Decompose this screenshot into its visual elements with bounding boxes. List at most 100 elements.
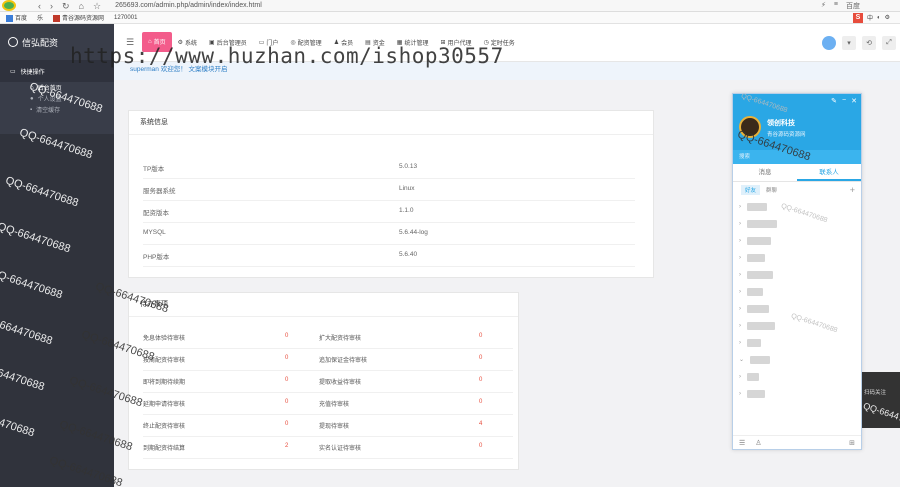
todo-link[interactable]: 扩大配资待审核 xyxy=(319,333,361,342)
site-icon xyxy=(53,14,61,22)
chevron-right-icon: › xyxy=(739,220,741,227)
address-bar[interactable]: 265693.com/admin.php/admin/index/index.h… xyxy=(115,2,262,9)
tab-funds[interactable]: ▤ 资金 xyxy=(359,24,391,62)
search-engine-label[interactable]: 百度 xyxy=(846,1,860,11)
ime-moon-icon[interactable]: ◐ xyxy=(877,15,881,21)
tab-portal[interactable]: ▭ 门户 xyxy=(253,24,285,62)
todo-link[interactable]: 实名认证待审核 xyxy=(319,443,361,452)
subtab-groups[interactable]: 群聊 xyxy=(766,186,777,194)
todo-link[interactable]: 免息体验待审核 xyxy=(143,333,185,342)
todo-count: 0 xyxy=(479,355,483,361)
todo-link[interactable]: 即将到期待续期 xyxy=(143,377,185,386)
tab-messages[interactable]: 消息 xyxy=(733,164,797,181)
bookmark-item[interactable]: 青谷源码资源网 xyxy=(53,13,104,22)
tab-agents[interactable]: ⊞ 用户代理 xyxy=(434,24,477,62)
list-item[interactable]: › xyxy=(733,317,861,334)
menu-toggle-icon[interactable]: ☰ xyxy=(126,37,136,48)
list-item[interactable]: ⌄ xyxy=(733,351,861,368)
menu-icon[interactable]: ≡ xyxy=(834,1,838,11)
bolt-icon[interactable]: ⚡ xyxy=(821,1,826,11)
dropdown-icon[interactable]: ▾ xyxy=(842,35,856,50)
home-icon: ⌂ xyxy=(148,38,152,45)
subtab-friends[interactable]: 好友 xyxy=(741,185,761,195)
list-item[interactable]: › xyxy=(733,198,861,215)
ime-lang-icon[interactable]: 中 xyxy=(867,13,873,22)
top-navbar: ☰ ⌂ 首页 ⚙ 系统 ▣ 后台管理员 ▭ 门户 ◎ 配资管理 ♟ 会员 ▤ 资金 ▦ 统计管理… xyxy=(114,24,900,62)
qq-footer: ☰ ♙ ⊞ xyxy=(733,435,861,449)
todo-link[interactable]: 按周配资待审核 xyxy=(143,355,185,364)
todo-row: 即将到期待续期 0 提取收益待审核 0 xyxy=(143,371,513,393)
qq-search-input[interactable]: 搜索 xyxy=(733,150,861,164)
qq-panel: ✎ − ✕ 领创科技 青谷源码资源网 搜索 消息 联系人 好友 群聊 + › ›… xyxy=(732,93,862,450)
tab-home[interactable]: ⌂ 首页 xyxy=(142,31,172,52)
list-item[interactable]: › xyxy=(733,368,861,385)
tab-stats[interactable]: ▦ 统计管理 xyxy=(391,24,435,62)
qq-minimize-icon[interactable]: − xyxy=(842,97,846,105)
todo-row: 延期申请待审核 0 充值待审核 0 xyxy=(143,393,513,415)
todo-link[interactable]: 追加保证金待审核 xyxy=(319,355,367,364)
tab-funding[interactable]: ◎ 配资管理 xyxy=(284,24,327,62)
qq-close-icon[interactable]: ✕ xyxy=(851,97,857,105)
contact-list: › › › › › › › › › ⌄ › › xyxy=(733,198,861,402)
bookmark-item[interactable]: 乐 xyxy=(37,13,43,22)
sogou-icon[interactable]: S xyxy=(852,12,863,23)
qq-add-friend-icon[interactable]: ♙ xyxy=(755,439,761,447)
list-item[interactable]: › xyxy=(733,300,861,317)
sidebar-item-home[interactable]: ⌂ 后台首页 xyxy=(0,82,114,93)
qq-header: ✎ − ✕ 领创科技 青谷源码资源网 搜索 xyxy=(733,94,861,164)
sidebar-group-quick[interactable]: ▭ 快捷操作 xyxy=(0,60,114,82)
todo-link[interactable]: 到期配资待结算 xyxy=(143,443,185,452)
qq-menu-icon[interactable]: ☰ xyxy=(739,439,745,447)
reload-icon[interactable]: ↻ xyxy=(62,0,70,12)
tab-members[interactable]: ♟ 会员 xyxy=(328,24,359,62)
qq-skin-icon[interactable]: ✎ xyxy=(831,97,837,105)
home-icon: ⌂ xyxy=(30,84,34,91)
list-item[interactable]: › xyxy=(733,215,861,232)
bookmark-item[interactable]: 1270001 xyxy=(114,15,137,21)
tab-system[interactable]: ⚙ 系统 xyxy=(172,24,203,62)
avatar[interactable] xyxy=(739,116,761,138)
list-item[interactable]: › xyxy=(733,266,861,283)
forward-icon[interactable]: › xyxy=(50,0,53,12)
add-icon[interactable]: + xyxy=(850,185,855,195)
todo-count: 0 xyxy=(285,355,289,361)
list-item[interactable]: › xyxy=(733,283,861,300)
todo-link[interactable]: 延期申请待审核 xyxy=(143,399,185,408)
list-item[interactable]: › xyxy=(733,334,861,351)
list-item[interactable]: › xyxy=(733,249,861,266)
redacted-name xyxy=(747,338,761,347)
todo-link[interactable]: 充值待审核 xyxy=(319,399,349,408)
ime-settings-icon[interactable]: ⚙ xyxy=(885,14,890,21)
home-icon[interactable]: ⌂ xyxy=(79,0,84,12)
refresh-icon[interactable]: ⟲ xyxy=(862,35,876,50)
side-float-tip[interactable]: 扫码关注 xyxy=(862,372,900,428)
back-icon[interactable]: ‹ xyxy=(38,0,41,12)
todo-link[interactable]: 提取收益待审核 xyxy=(319,377,361,386)
fullscreen-icon[interactable]: ⤢ xyxy=(882,35,896,50)
sidebar-item-profile[interactable]: ● 个人设置 xyxy=(0,93,114,104)
todo-link[interactable]: 终止配资待审核 xyxy=(143,421,185,430)
card-title: 待办事项 xyxy=(129,293,518,317)
bookmark-item[interactable]: 百度 xyxy=(6,13,27,22)
redacted-name xyxy=(747,253,765,262)
star-icon[interactable]: ☆ xyxy=(93,0,101,12)
qq-apps-icon[interactable]: ⊞ xyxy=(849,439,855,447)
gear-icon: ⚙ xyxy=(177,40,184,46)
list-item[interactable]: › xyxy=(733,385,861,402)
browser-nav: ‹ › ↻ ⌂ ☆ xyxy=(38,0,101,12)
chevron-right-icon: › xyxy=(739,271,741,278)
tab-admins[interactable]: ▣ 后台管理员 xyxy=(203,24,253,62)
brand[interactable]: 信弘配资 xyxy=(0,24,114,60)
info-row: PHP版本 5.6.40 xyxy=(143,245,635,267)
avatar[interactable] xyxy=(822,35,836,50)
tab-contacts[interactable]: 联系人 xyxy=(797,164,861,181)
todo-link[interactable]: 提现待审核 xyxy=(319,421,349,430)
list-item[interactable]: › xyxy=(733,232,861,249)
tab-cron[interactable]: ◷ 定时任务 xyxy=(478,24,521,62)
top-right-tools: ▾ ⟲ ⤢ xyxy=(822,35,896,50)
qq-signature[interactable]: 青谷源码资源网 xyxy=(767,130,806,138)
card-title: 系统信息 xyxy=(129,111,653,135)
chevron-right-icon: › xyxy=(739,254,741,261)
sidebar-item-clear-cache[interactable]: ▪ 清空缓存 xyxy=(0,104,114,115)
top-nav-tabs: ⌂ 首页 ⚙ 系统 ▣ 后台管理员 ▭ 门户 ◎ 配资管理 ♟ 会员 ▤ 资金 ▦ 统计管理 ⊞… xyxy=(142,24,521,62)
